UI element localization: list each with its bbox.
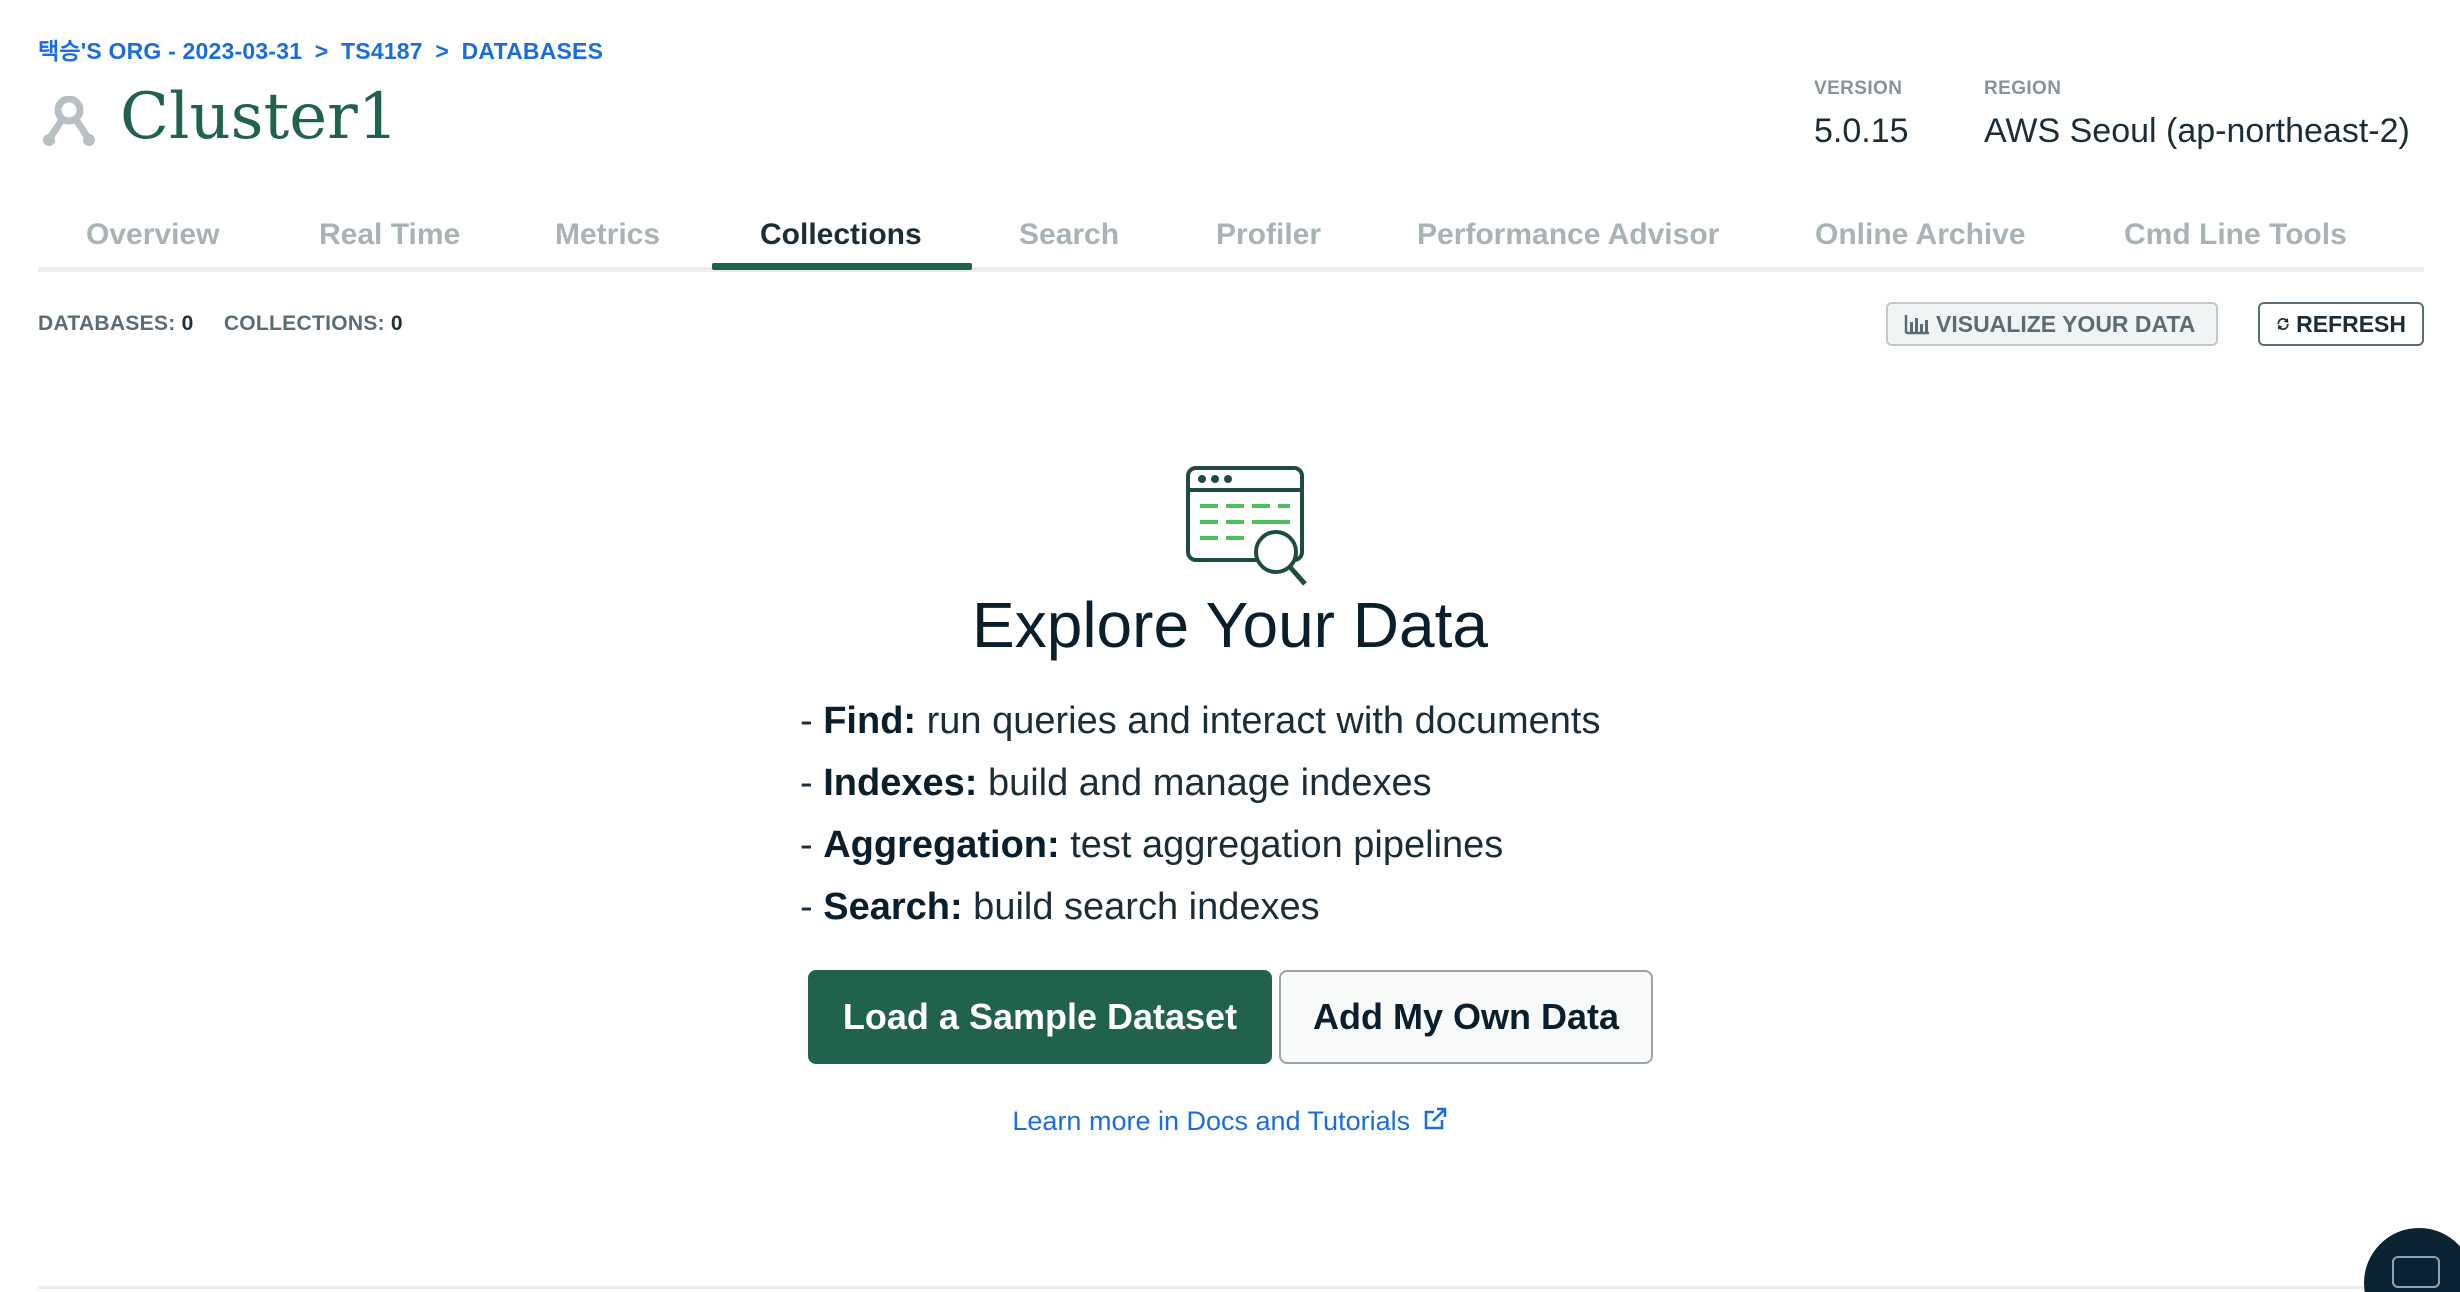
collections-count-label: COLLECTIONS: — [223, 312, 385, 335]
chat-support-button[interactable] — [2364, 1228, 2460, 1292]
tab-online-archive[interactable]: Online Archive — [1815, 218, 2026, 252]
list-item: - Aggregation: test aggregation pipeline… — [800, 824, 1504, 866]
breadcrumb-org[interactable]: 택승'S ORG - 2023-03-31 — [38, 38, 302, 64]
database-counts: DATABASES: 0 COLLECTIONS: 0 — [38, 312, 403, 336]
feature-description: run queries and interact with documents — [916, 700, 1601, 742]
feature-name: Search: — [823, 886, 963, 928]
breadcrumb-section[interactable]: DATABASES — [462, 38, 604, 64]
add-own-data-button[interactable]: Add My Own Data — [1279, 970, 1653, 1064]
version-block: VERSION 5.0.15 — [1814, 78, 1909, 151]
tab-cmd-line-tools[interactable]: Cmd Line Tools — [2124, 218, 2347, 252]
learn-more-link[interactable]: Learn more in Docs and Tutorials — [0, 1106, 2460, 1137]
browser-search-icon — [1186, 466, 1307, 586]
version-value: 5.0.15 — [1814, 112, 1909, 150]
refresh-button[interactable]: REFRESH — [2258, 302, 2424, 346]
feature-name: Indexes: — [823, 762, 978, 804]
feature-description: build and manage indexes — [977, 762, 1432, 804]
cluster-icon — [43, 96, 95, 146]
feature-description: test aggregation pipelines — [1059, 824, 1504, 866]
collections-page: 택승'S ORG - 2023-03-31 > TS4187 > DATABAS… — [0, 0, 2460, 1292]
region-value: AWS Seoul (ap-northeast-2) — [1984, 112, 2410, 150]
learn-more-label: Learn more in Docs and Tutorials — [1012, 1106, 1411, 1136]
tab-performance-advisor[interactable]: Performance Advisor — [1417, 218, 1719, 252]
divider — [38, 1286, 2424, 1289]
refresh-label: REFRESH — [2296, 310, 2406, 337]
external-link-icon — [1424, 1107, 1446, 1130]
breadcrumb-separator: > — [435, 38, 450, 64]
tab-collections[interactable]: Collections — [760, 218, 922, 252]
list-item: - Indexes: build and manage indexes — [800, 762, 1432, 804]
visualize-data-button[interactable]: VISUALIZE YOUR DATA — [1886, 302, 2218, 346]
breadcrumb: 택승'S ORG - 2023-03-31 > TS4187 > DATABAS… — [38, 32, 603, 66]
cluster-name: Cluster1 — [120, 80, 399, 154]
list-item: - Find: run queries and interact with do… — [800, 700, 1601, 742]
cluster-tabs: Overview Real Time Metrics Collections S… — [38, 204, 2424, 272]
visualize-data-label: VISUALIZE YOUR DATA — [1936, 310, 2196, 337]
feature-name: Aggregation: — [823, 824, 1060, 866]
region-block: REGION AWS Seoul (ap-northeast-2) — [1984, 78, 2410, 151]
load-sample-dataset-button[interactable]: Load a Sample Dataset — [808, 970, 1272, 1064]
chat-support-icon — [2392, 1256, 2440, 1288]
tab-profiler[interactable]: Profiler — [1216, 218, 1321, 252]
list-item: - Search: build search indexes — [800, 886, 1320, 928]
tab-overview[interactable]: Overview — [86, 218, 219, 252]
feature-description: build search indexes — [962, 886, 1320, 928]
databases-count-label: DATABASES: — [38, 312, 176, 335]
tab-search[interactable]: Search — [1019, 218, 1119, 252]
bar-chart-icon — [1904, 315, 1929, 335]
active-tab-indicator — [712, 263, 972, 270]
empty-state-title: Explore Your Data — [972, 589, 1488, 661]
feature-list: - Find: run queries and interact with do… — [800, 696, 1600, 944]
collections-count-value: 0 — [390, 312, 403, 335]
refresh-icon — [2277, 318, 2289, 330]
breadcrumb-project[interactable]: TS4187 — [341, 38, 423, 64]
tab-metrics[interactable]: Metrics — [555, 218, 660, 252]
tab-real-time[interactable]: Real Time — [319, 218, 460, 252]
breadcrumb-separator: > — [314, 38, 329, 64]
version-label: VERSION — [1814, 78, 1903, 99]
feature-name: Find: — [823, 700, 917, 742]
region-label: REGION — [1984, 78, 2062, 99]
databases-count-value: 0 — [181, 312, 194, 335]
